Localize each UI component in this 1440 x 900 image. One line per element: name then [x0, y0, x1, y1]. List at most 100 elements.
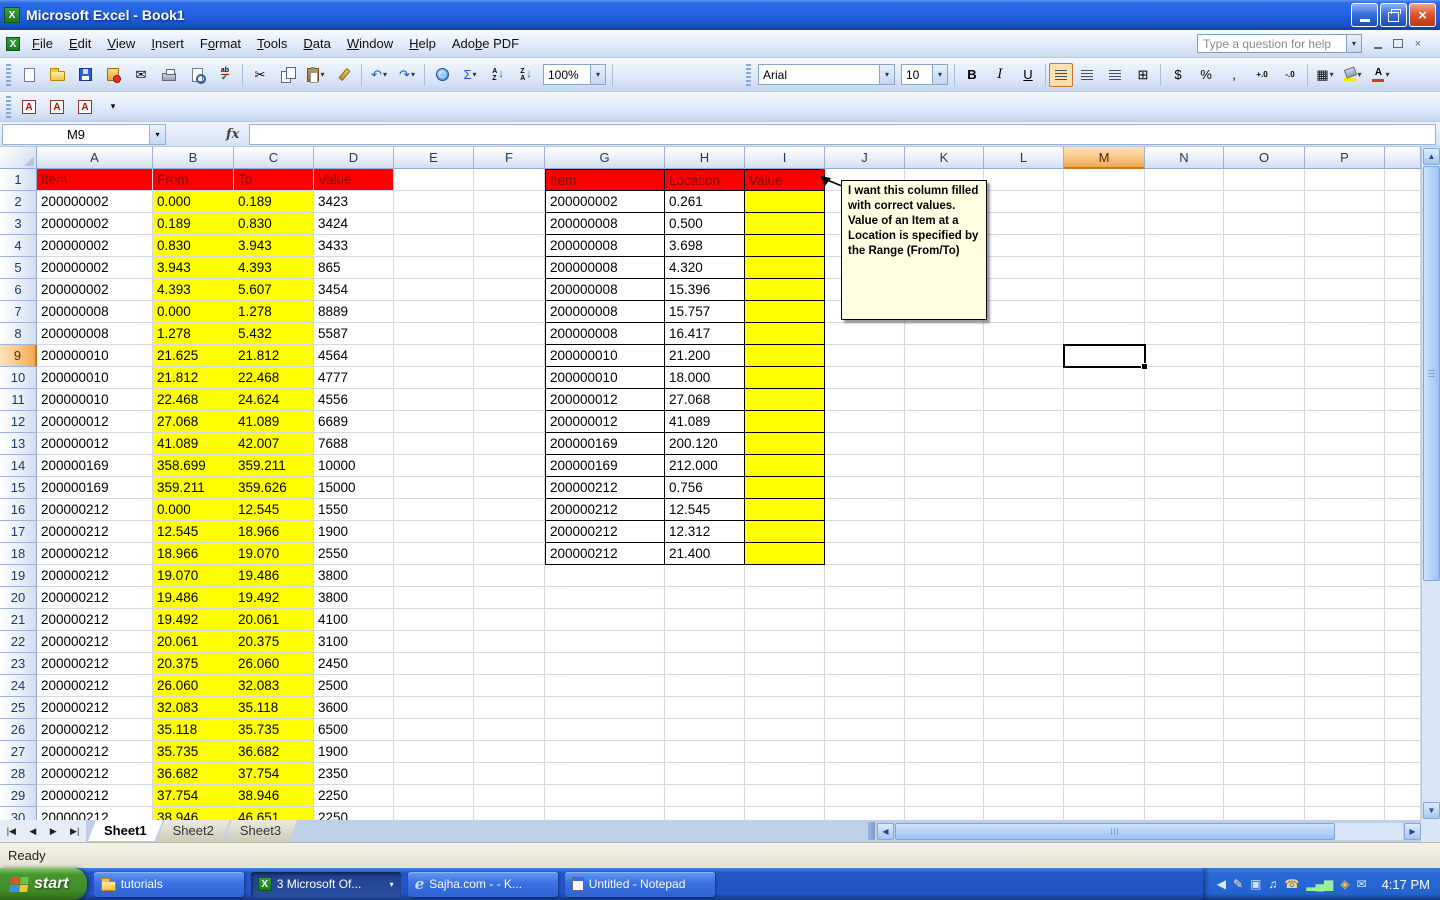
sort-descending-icon[interactable]: ZA↓ — [512, 63, 540, 87]
row-header-10[interactable]: 10 — [0, 367, 37, 389]
new-icon[interactable] — [15, 63, 43, 87]
horizontal-scrollbar[interactable]: ◀ ▶ — [877, 820, 1421, 842]
permission-icon[interactable] — [99, 63, 127, 87]
cell-A9[interactable]: 200000010 — [37, 345, 153, 367]
row-header-23[interactable]: 23 — [0, 653, 37, 675]
cell-M24[interactable] — [1064, 675, 1145, 697]
cell-E6[interactable] — [394, 279, 474, 301]
cell-J14[interactable] — [825, 455, 905, 477]
workbook-minimize-icon[interactable] — [1370, 36, 1386, 51]
cell-K8[interactable] — [905, 323, 984, 345]
cell-O17[interactable] — [1224, 521, 1305, 543]
cell-partial-28[interactable] — [1385, 763, 1421, 785]
taskbar-button-3-microsoft-of[interactable]: X3 Microsoft Of...▾ — [251, 872, 401, 897]
cell-C21[interactable]: 20.061 — [234, 609, 314, 631]
cell-L6[interactable] — [984, 279, 1064, 301]
cell-M30[interactable] — [1064, 807, 1145, 820]
cell-D27[interactable]: 1900 — [314, 741, 394, 763]
cell-A8[interactable]: 200000008 — [37, 323, 153, 345]
cell-P11[interactable] — [1305, 389, 1385, 411]
cell-M10[interactable] — [1064, 367, 1145, 389]
cell-J18[interactable] — [825, 543, 905, 565]
cell-I29[interactable] — [745, 785, 825, 807]
increase-decimal-icon[interactable]: +.0 — [1248, 63, 1276, 87]
cell-I21[interactable] — [745, 609, 825, 631]
toolbar-drag-handle[interactable] — [6, 96, 11, 118]
cell-G25[interactable] — [545, 697, 665, 719]
cell-E27[interactable] — [394, 741, 474, 763]
cell-F27[interactable] — [474, 741, 545, 763]
tab-sheet2[interactable]: Sheet2 — [157, 820, 230, 841]
tab-sheet1[interactable]: Sheet1 — [88, 820, 163, 841]
cell-A24[interactable]: 200000212 — [37, 675, 153, 697]
convert-pdf-review-icon[interactable]: A — [71, 95, 99, 119]
row-header-3[interactable]: 3 — [0, 213, 37, 235]
cell-I8[interactable] — [745, 323, 825, 345]
cell-E9[interactable] — [394, 345, 474, 367]
cell-N17[interactable] — [1145, 521, 1224, 543]
cell-I28[interactable] — [745, 763, 825, 785]
cell-partial-24[interactable] — [1385, 675, 1421, 697]
volume-tray-icon[interactable]: ♫ — [1268, 878, 1277, 890]
cell-B21[interactable]: 19.492 — [153, 609, 234, 631]
cell-partial-16[interactable] — [1385, 499, 1421, 521]
taskbar-button-untitled-notepad[interactable]: Untitled - Notepad — [565, 872, 715, 897]
cell-C10[interactable]: 22.468 — [234, 367, 314, 389]
cell-I24[interactable] — [745, 675, 825, 697]
cell-M8[interactable] — [1064, 323, 1145, 345]
cell-D14[interactable]: 10000 — [314, 455, 394, 477]
cell-G4[interactable]: 200000008 — [545, 235, 665, 257]
cell-E23[interactable] — [394, 653, 474, 675]
cell-C3[interactable]: 0.830 — [234, 213, 314, 235]
cell-B30[interactable]: 38.946 — [153, 807, 234, 820]
autosum-icon[interactable]: Σ▾ — [456, 63, 484, 87]
cell-A27[interactable]: 200000212 — [37, 741, 153, 763]
cell-P16[interactable] — [1305, 499, 1385, 521]
row-header-30[interactable]: 30 — [0, 807, 37, 820]
cell-G23[interactable] — [545, 653, 665, 675]
cell-H16[interactable]: 12.545 — [665, 499, 745, 521]
cell-O21[interactable] — [1224, 609, 1305, 631]
phone-tray-icon[interactable]: ☎ — [1284, 878, 1299, 890]
cell-K12[interactable] — [905, 411, 984, 433]
cell-A30[interactable]: 200000212 — [37, 807, 153, 820]
menu-window[interactable]: Window — [339, 32, 401, 55]
cell-G30[interactable] — [545, 807, 665, 820]
cell-H3[interactable]: 0.500 — [665, 213, 745, 235]
cell-M1[interactable] — [1064, 169, 1145, 191]
column-header-O[interactable]: O — [1224, 147, 1305, 169]
cell-L12[interactable] — [984, 411, 1064, 433]
cell-J12[interactable] — [825, 411, 905, 433]
cell-K26[interactable] — [905, 719, 984, 741]
cell-A12[interactable]: 200000012 — [37, 411, 153, 433]
cell-E26[interactable] — [394, 719, 474, 741]
messenger-tray-icon[interactable]: ✉ — [1357, 878, 1367, 890]
fill-handle[interactable] — [1141, 363, 1148, 370]
cell-partial-4[interactable] — [1385, 235, 1421, 257]
cell-N15[interactable] — [1145, 477, 1224, 499]
row-header-9[interactable]: 9 — [0, 345, 37, 367]
cell-B18[interactable]: 18.966 — [153, 543, 234, 565]
column-header-J[interactable]: J — [825, 147, 905, 169]
cell-N23[interactable] — [1145, 653, 1224, 675]
cell-N16[interactable] — [1145, 499, 1224, 521]
cell-C6[interactable]: 5.607 — [234, 279, 314, 301]
menu-view[interactable]: View — [99, 32, 143, 55]
row-header-27[interactable]: 27 — [0, 741, 37, 763]
cell-E24[interactable] — [394, 675, 474, 697]
cell-D16[interactable]: 1550 — [314, 499, 394, 521]
cell-N3[interactable] — [1145, 213, 1224, 235]
menu-help[interactable]: Help — [401, 32, 444, 55]
cell-P13[interactable] — [1305, 433, 1385, 455]
cell-N2[interactable] — [1145, 191, 1224, 213]
cell-J11[interactable] — [825, 389, 905, 411]
cell-O23[interactable] — [1224, 653, 1305, 675]
cell-A14[interactable]: 200000169 — [37, 455, 153, 477]
cell-O13[interactable] — [1224, 433, 1305, 455]
cell-J20[interactable] — [825, 587, 905, 609]
cell-J15[interactable] — [825, 477, 905, 499]
cell-partial-7[interactable] — [1385, 301, 1421, 323]
cell-B25[interactable]: 32.083 — [153, 697, 234, 719]
cell-M16[interactable] — [1064, 499, 1145, 521]
cell-L28[interactable] — [984, 763, 1064, 785]
